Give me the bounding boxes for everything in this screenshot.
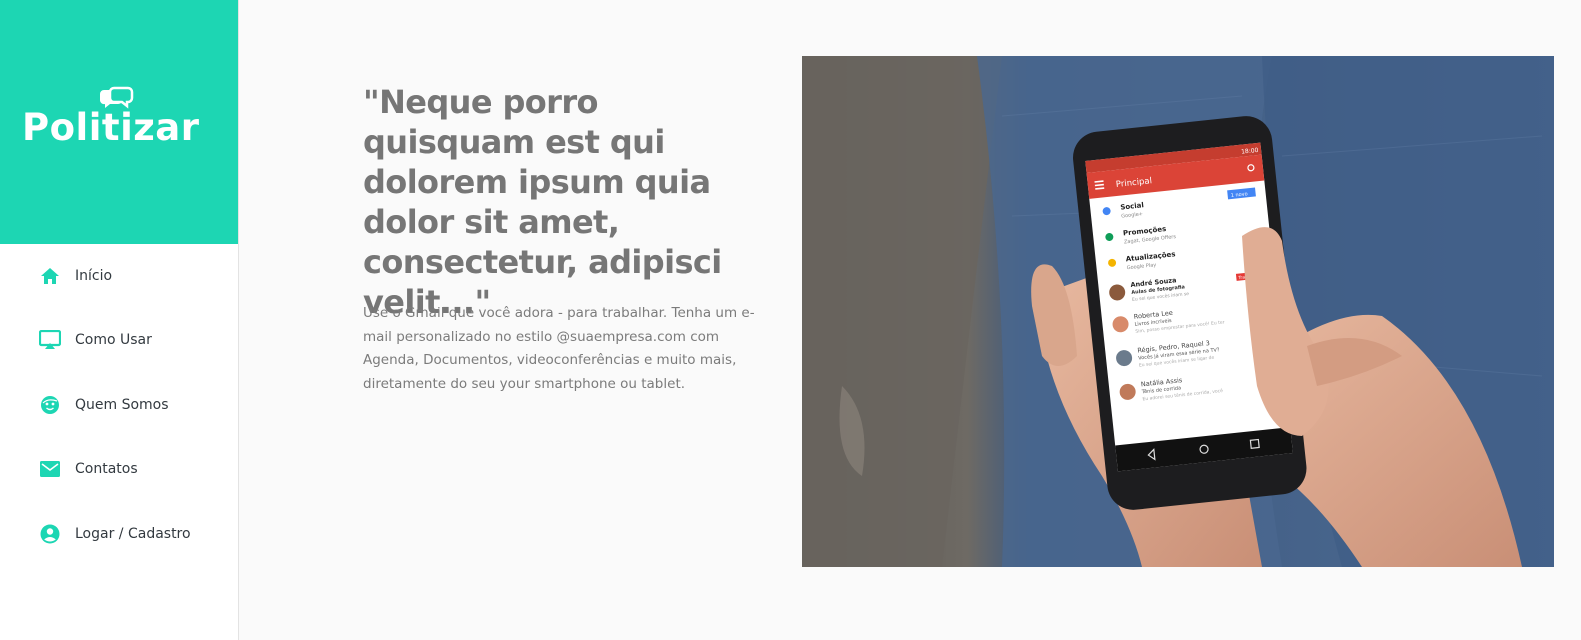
brand-name: Politizar [22, 106, 200, 149]
mail-icon [39, 458, 61, 480]
main-content: "Neque porro quisquam est qui dolorem ip… [239, 0, 1581, 640]
sidebar-item-label: Início [75, 268, 113, 284]
hero-quote: "Neque porro quisquam est qui dolorem ip… [363, 83, 722, 321]
sidebar-item-como-usar[interactable]: Como Usar [0, 315, 238, 365]
brand-header: Politizar [0, 0, 238, 244]
sidebar-item-inicio[interactable]: Início [0, 251, 238, 301]
airplay-icon [39, 329, 61, 351]
sidebar-item-label: Contatos [75, 461, 138, 477]
logo[interactable]: Politizar [22, 86, 222, 156]
hero-image: 18:00 Principal Social Google+ 1 novo Pr… [802, 56, 1554, 567]
face-icon [39, 394, 61, 416]
account-circle-icon [39, 523, 61, 545]
home-icon [39, 265, 61, 287]
sidebar-item-logar-cadastro[interactable]: Logar / Cadastro [0, 509, 238, 559]
sidebar-item-label: Quem Somos [75, 397, 169, 413]
sidebar-item-label: Logar / Cadastro [75, 526, 191, 542]
sidebar-item-quem-somos[interactable]: Quem Somos [0, 380, 238, 430]
sidebar-item-label: Como Usar [75, 332, 152, 348]
phone-in-hands-illustration: 18:00 Principal Social Google+ 1 novo Pr… [802, 56, 1554, 567]
hero-description: Use o Gmail que você adora - para trabal… [363, 305, 755, 393]
sidebar: Politizar Início Como Usar Quem Somos Co… [0, 0, 239, 640]
sidebar-item-contatos[interactable]: Contatos [0, 444, 238, 494]
